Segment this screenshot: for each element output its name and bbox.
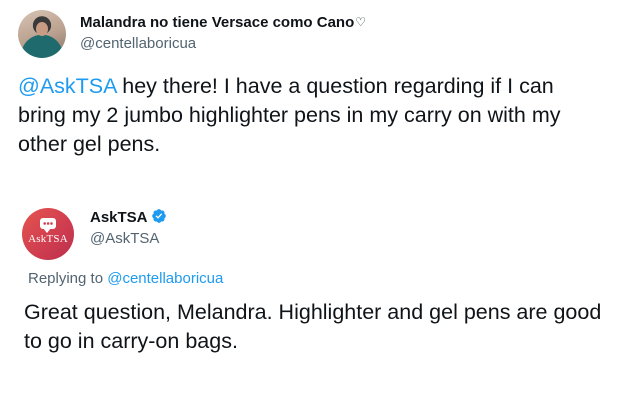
- heart-icon: ♡: [355, 15, 367, 29]
- chat-dots-icon: [43, 222, 53, 225]
- replying-to-label: Replying to: [28, 270, 108, 287]
- avatar[interactable]: [18, 10, 66, 58]
- replying-to-link[interactable]: @centellaboricua: [107, 270, 223, 287]
- mention-link[interactable]: @AskTSA: [18, 74, 116, 98]
- author-name-text: Malandra no tiene Versace como Cano: [80, 14, 355, 31]
- author-display-name[interactable]: Malandra no tiene Versace como Cano♡: [80, 14, 366, 31]
- avatar-face: [36, 22, 48, 36]
- original-tweet: Malandra no tiene Versace como Cano♡ @ce…: [0, 0, 620, 190]
- reply-tweet: AskTSA AskTSA @AskTSA Replying to @cente…: [0, 196, 620, 404]
- reply-author-display-name[interactable]: AskTSA: [90, 208, 167, 226]
- tweet-text: @AskTSA hey there! I have a question reg…: [18, 72, 606, 159]
- avatar-logo-text: AskTSA: [28, 233, 68, 245]
- reply-author-name-text: AskTSA: [90, 209, 148, 226]
- reply-text: Great question, Melandra. Highlighter an…: [24, 300, 602, 353]
- author-handle[interactable]: @centellaboricua: [80, 35, 196, 52]
- asktsa-avatar[interactable]: AskTSA: [22, 208, 74, 260]
- verified-badge-icon: [151, 209, 166, 223]
- replying-to-line: Replying to @centellaboricua: [28, 270, 223, 287]
- reply-author-handle[interactable]: @AskTSA: [90, 230, 159, 247]
